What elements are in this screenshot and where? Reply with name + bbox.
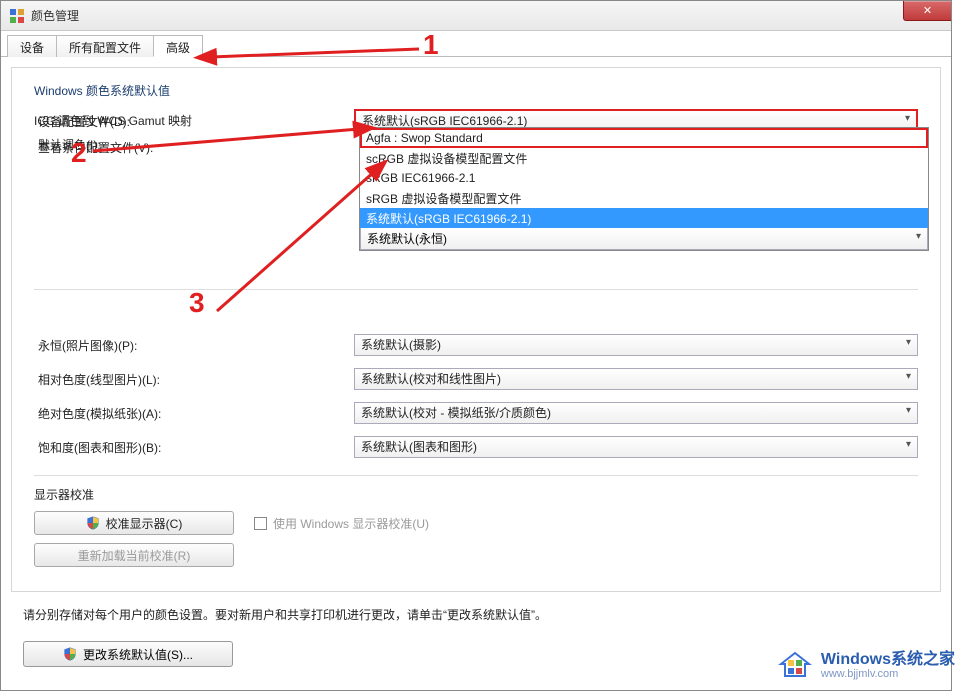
arrow-1-icon [201,39,431,69]
shield-icon [63,647,77,661]
change-system-defaults-button[interactable]: 更改系统默认值(S)... [23,641,233,667]
tab-advanced[interactable]: 高级 [153,35,203,57]
reload-calibration-button[interactable]: 重新加载当前校准(R) [34,543,234,567]
watermark-text: Windows系统之家 www.bjjmlv.com [821,651,955,681]
tab-strip: 设备 所有配置文件 高级 [1,31,951,57]
calib-row-2: 重新加载当前校准(R) [34,543,918,567]
watermark-url: www.bjjmlv.com [821,668,955,680]
select-saturation[interactable]: 系统默认(图表和图形) [354,436,918,458]
app-icon [9,8,25,24]
annotation-1: 1 [423,29,439,61]
calib-row-1: 校准显示器(C) 使用 Windows 显示器校准(U) [34,511,918,535]
watermark: Windows系统之家 www.bjjmlv.com [777,646,955,685]
dropdown-item[interactable]: 系统默认(sRGB IEC61966-2.1) [360,208,928,228]
row-perm-photo: 永恒(照片图像)(P): 系统默认(摄影) [34,331,918,359]
group-title-calib: 显示器校准 [34,486,918,503]
watermark-title: Windows系统之家 [821,651,955,669]
close-button[interactable]: ✕ [903,1,951,21]
label-saturation: 饱和度(图表和图形)(B): [34,439,354,456]
row-abs-color: 绝对色度(模拟纸张)(A): 系统默认(校对 - 模拟纸张/介质颜色) [34,399,918,427]
close-icon: ✕ [923,4,932,17]
dropdown-item[interactable]: sRGB IEC61966-2.1 [360,168,928,188]
select-saturation-value: 系统默认(图表和图形) [361,440,477,454]
device-profile-dropdown: Agfa : Swop Standard scRGB 虚拟设备模型配置文件 sR… [359,127,929,251]
label-perm-photo: 永恒(照片图像)(P): [34,337,354,354]
shield-icon [86,516,100,530]
tab-all-profiles[interactable]: 所有配置文件 [56,35,154,57]
arrow-2-icon [83,121,373,161]
watermark-logo-icon [777,646,813,685]
reload-calibration-label: 重新加载当前校准(R) [78,547,191,564]
select-view-conditions-under[interactable]: 系统默认(永恒) [360,228,928,250]
tab-devices[interactable]: 设备 [7,35,57,57]
select-perm-photo[interactable]: 系统默认(摄影) [354,334,918,356]
select-rel-color-value: 系统默认(校对和线性图片) [361,372,501,386]
calibrate-display-label: 校准显示器(C) [106,515,183,532]
label-rel-color: 相对色度(线型图片)(L): [34,371,354,388]
window-title: 颜色管理 [31,7,79,24]
row-rel-color: 相对色度(线型图片)(L): 系统默认(校对和线性图片) [34,365,918,393]
group-calibration: 显示器校准 校准显示器(C) [34,486,918,567]
arrow-3-icon [207,161,387,321]
annotation-2: 2 [71,137,87,169]
row-saturation: 饱和度(图表和图形)(B): 系统默认(图表和图形) [34,433,918,461]
row-default-render: 默认调色(I): [34,297,918,325]
title-bar: 颜色管理 ✕ [1,1,951,31]
select-perm-photo-value: 系统默认(摄影) [361,338,441,352]
dropdown-item[interactable]: scRGB 虚拟设备模型配置文件 [360,148,928,168]
annotation-3: 3 [189,287,205,319]
dropdown-item[interactable]: Agfa : Swop Standard [360,128,928,148]
dropdown-item[interactable]: sRGB 虚拟设备模型配置文件 [360,188,928,208]
calibrate-display-button[interactable]: 校准显示器(C) [34,511,234,535]
use-win-calib-row: 使用 Windows 显示器校准(U) [254,515,918,532]
footer-help-text: 请分别存储对每个用户的颜色设置。要对新用户和共享打印机进行更改，请单击“更改系统… [1,606,951,623]
select-rel-color[interactable]: 系统默认(校对和线性图片) [354,368,918,390]
color-management-window: 颜色管理 ✕ 设备 所有配置文件 高级 Windows 颜色系统默认值 设备配置… [0,0,952,691]
use-win-calib-label: 使用 Windows 显示器校准(U) [273,515,429,532]
group-title-defaults: Windows 颜色系统默认值 [34,82,918,99]
separator-2 [34,475,918,476]
change-system-defaults-label: 更改系统默认值(S)... [83,646,193,663]
select-device-profile-value: 系统默认(sRGB IEC61966-2.1) [362,114,527,128]
use-win-calib-checkbox[interactable] [254,517,267,530]
select-abs-color[interactable]: 系统默认(校对 - 模拟纸张/介质颜色) [354,402,918,424]
label-abs-color: 绝对色度(模拟纸张)(A): [34,405,354,422]
select-abs-color-value: 系统默认(校对 - 模拟纸张/介质颜色) [361,406,551,420]
